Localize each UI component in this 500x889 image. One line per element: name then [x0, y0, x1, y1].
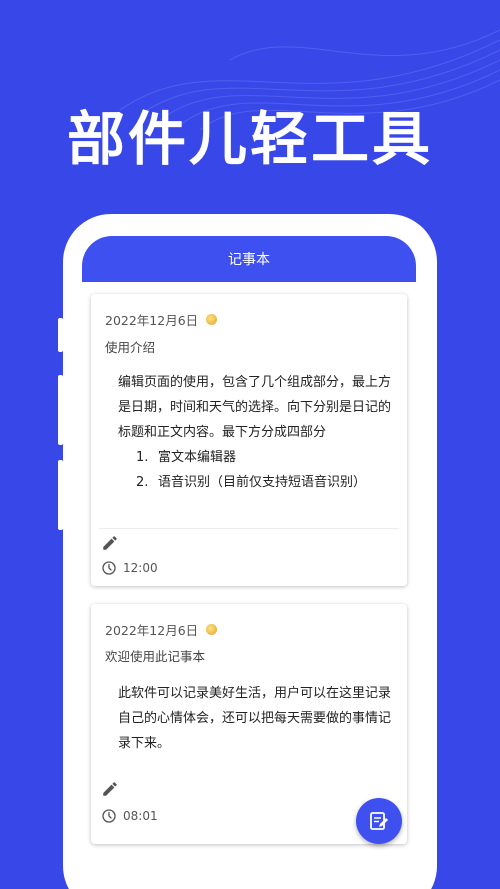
- note-date[interactable]: 2022年12月6日: [105, 620, 218, 639]
- note-date-text: 2022年12月6日: [105, 313, 199, 328]
- note-edit-icon: [370, 812, 388, 830]
- phone-side-button: [58, 375, 63, 445]
- note-body-list: 1. 富文本编辑器 2. 语音识别（目前仅支持短语音识别）: [118, 445, 398, 495]
- phone-side-button: [58, 460, 63, 530]
- app-screen: 记事本 2022年12月6日 使用介绍 编辑页面的使用，包含了几个组成部分，最上…: [82, 236, 416, 889]
- list-item: 1. 富文本编辑器: [118, 445, 398, 470]
- list-item-number: 2.: [136, 475, 149, 490]
- note-time: 08:01: [101, 808, 158, 824]
- list-item: 2. 语音识别（目前仅支持短语音识别）: [118, 470, 398, 495]
- note-card[interactable]: 2022年12月6日 使用介绍 编辑页面的使用，包含了几个组成部分，最上方是日期…: [91, 294, 407, 586]
- note-time-text: 08:01: [123, 809, 158, 823]
- promo-headline: 部件儿轻工具: [66, 105, 433, 173]
- edit-icon[interactable]: [101, 534, 119, 552]
- note-time-text: 12:00: [123, 561, 158, 575]
- note-time: 12:00: [101, 560, 158, 576]
- list-item-text: 富文本编辑器: [158, 450, 237, 465]
- list-item-number: 1.: [136, 450, 149, 465]
- sunny-icon: [206, 624, 218, 635]
- new-note-button[interactable]: [356, 798, 402, 844]
- app-title: 记事本: [228, 252, 270, 268]
- note-title: 欢迎使用此记事本: [105, 649, 206, 664]
- clock-icon: [102, 809, 116, 823]
- edit-icon[interactable]: [101, 780, 119, 798]
- clock-icon: [102, 561, 116, 575]
- note-title: 使用介绍: [105, 340, 156, 355]
- note-date[interactable]: 2022年12月6日: [105, 310, 218, 329]
- note-date-text: 2022年12月6日: [105, 623, 199, 638]
- app-bar: 记事本: [82, 236, 416, 282]
- sunny-icon: [206, 314, 218, 325]
- list-item-text: 语音识别（目前仅支持短语音识别）: [158, 475, 367, 490]
- note-body-text: 此软件可以记录美好生活，用户可以在这里记录自己的心情体会，还可以把每天需要做的事…: [118, 686, 392, 751]
- note-body: 此软件可以记录美好生活，用户可以在这里记录自己的心情体会，还可以把每天需要做的事…: [118, 681, 398, 756]
- divider: [99, 528, 399, 529]
- phone-side-button: [58, 318, 63, 352]
- note-body: 编辑页面的使用，包含了几个组成部分，最上方是日期，时间和天气的选择。向下分别是日…: [118, 370, 398, 495]
- note-body-text: 编辑页面的使用，包含了几个组成部分，最上方是日期，时间和天气的选择。向下分别是日…: [118, 375, 392, 440]
